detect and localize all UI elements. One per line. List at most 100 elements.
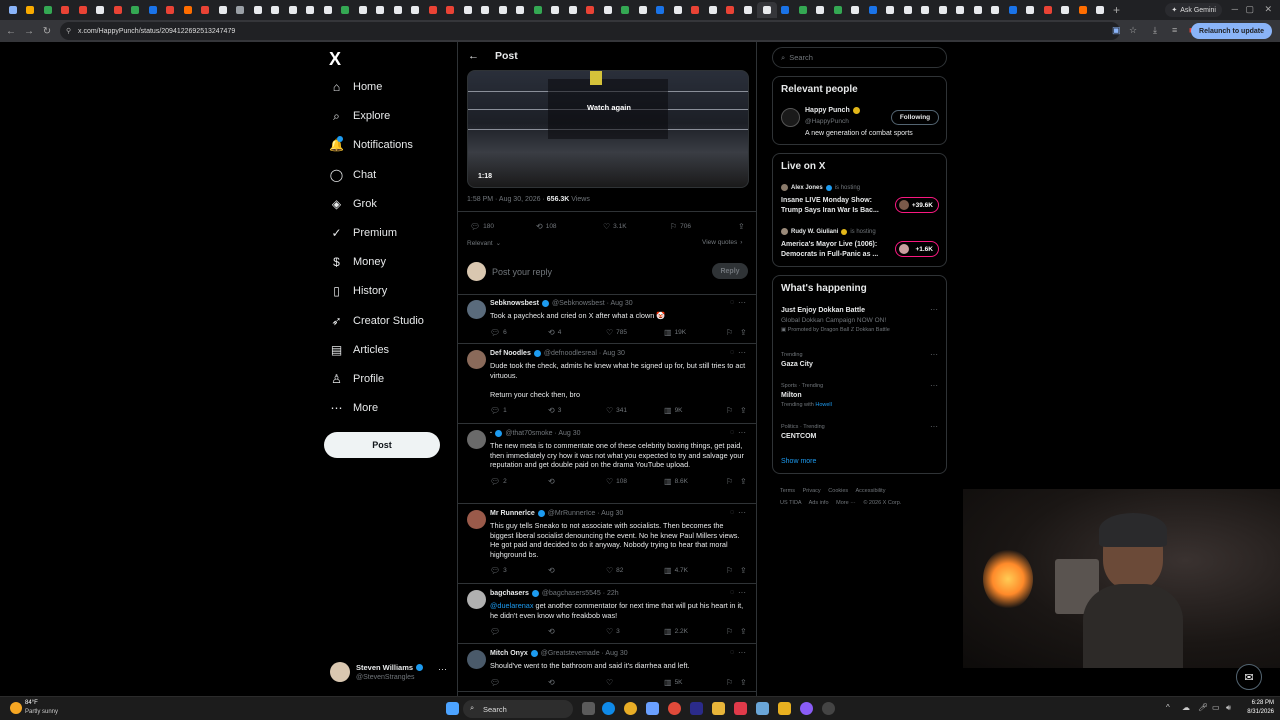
new-tab-button[interactable]: + — [1113, 3, 1120, 17]
browser-tab[interactable] — [777, 2, 795, 18]
discord-icon[interactable] — [800, 702, 813, 715]
x-logo[interactable]: X — [329, 49, 341, 70]
live2-title-line1[interactable]: America's Mayor Live (1006): — [781, 241, 877, 248]
browser-tab[interactable] — [372, 2, 390, 18]
account-switcher[interactable]: Steven Williams @StevenStrangles ··· — [330, 662, 450, 686]
menu-icon[interactable]: ≡ — [1172, 25, 1177, 35]
reply-author[interactable]: Sebknowsbest — [490, 300, 539, 307]
browser-tab[interactable] — [1074, 2, 1092, 18]
nav-item-chat[interactable]: ◯ Chat — [330, 164, 376, 186]
share-button[interactable]: ⇪ — [740, 328, 747, 337]
browser-tab[interactable] — [812, 2, 830, 18]
live1-title-line1[interactable]: Insane LIVE Monday Show: — [781, 197, 872, 204]
like-button[interactable]: ♡ 341 — [606, 406, 627, 415]
live1-title-line2[interactable]: Trump Says Iran War Is Bac... — [781, 207, 879, 214]
reply-author[interactable]: Def Noodles — [490, 350, 531, 357]
like-button[interactable]: ♡ 108 — [606, 477, 627, 486]
rp-name[interactable]: Happy Punch — [805, 107, 850, 114]
reload-button[interactable]: ↻ — [38, 26, 56, 37]
repost-count-button[interactable]: ⟲ 108 — [536, 222, 557, 231]
browser-tab[interactable] — [354, 2, 372, 18]
reply-author[interactable]: bagchasers — [490, 590, 529, 597]
trend-item[interactable]: Just Enjoy Dokkan Battle Global Dokkan C… — [781, 307, 941, 333]
sort-dropdown[interactable]: Relevant ⌄ — [467, 239, 501, 248]
minimize-button[interactable]: ─ — [1232, 4, 1238, 14]
view-quotes-link[interactable]: View quotes › — [702, 239, 742, 246]
following-button[interactable]: Following — [891, 110, 939, 125]
chrome-icon[interactable] — [624, 702, 637, 715]
browser-tab[interactable] — [39, 2, 57, 18]
share-button[interactable]: ⇪ — [740, 678, 747, 687]
browser-tab[interactable] — [969, 2, 987, 18]
close-window-button[interactable]: ✕ — [1264, 4, 1272, 15]
nav-item-more[interactable]: ⋯ More — [330, 397, 379, 419]
grok-icon[interactable]: ◌ — [730, 649, 734, 656]
nav-item-creator-studio[interactable]: ➶ Creator Studio — [330, 310, 423, 332]
clock-date[interactable]: 8/31/2026 — [1240, 709, 1274, 715]
back-arrow-icon[interactable]: ← — [468, 50, 479, 62]
video-player[interactable]: Watch again 1:18 — [467, 70, 749, 188]
browser-tab[interactable] — [652, 2, 670, 18]
views-button[interactable]: ▥ 9K — [664, 406, 683, 415]
nav-item-notifications[interactable]: 🔔 Notifications — [329, 134, 413, 156]
browser-tab[interactable] — [494, 2, 512, 18]
watch-again-label[interactable]: Watch again — [468, 103, 748, 112]
back-button[interactable]: ← — [2, 26, 20, 37]
browser-tab[interactable] — [547, 2, 565, 18]
browser-tab[interactable] — [4, 2, 22, 18]
file-explorer-icon[interactable] — [712, 702, 725, 715]
app-icon[interactable] — [734, 702, 747, 715]
browser-tab[interactable] — [952, 2, 970, 18]
weather-icon[interactable] — [10, 702, 22, 714]
bookmark-star-icon[interactable]: ☆ — [1129, 25, 1137, 36]
browser-tab[interactable] — [599, 2, 617, 18]
reply-button[interactable]: 💬︎ 2 — [490, 477, 507, 486]
reply-author[interactable]: Mr Runnerlce — [490, 510, 535, 517]
views-button[interactable]: ▥ 5K — [664, 678, 683, 687]
reply-avatar[interactable] — [467, 590, 486, 609]
browser-tab[interactable] — [882, 2, 900, 18]
browser-tab[interactable] — [109, 2, 127, 18]
grok-icon[interactable]: ◌ — [730, 509, 734, 516]
browser-tab[interactable] — [756, 2, 777, 18]
views-button[interactable]: ▥ 19K — [664, 328, 686, 337]
browser-tab[interactable] — [934, 2, 952, 18]
edge-icon[interactable] — [602, 702, 615, 715]
browser-tab[interactable] — [22, 2, 40, 18]
grok-icon[interactable]: ◌ — [730, 589, 734, 596]
network-icon[interactable]: ▭ — [1212, 703, 1220, 712]
repost-button[interactable]: ⟲ 3 — [548, 406, 561, 415]
messages-fab[interactable]: ✉ — [1236, 664, 1262, 690]
trend-more-icon[interactable]: ··· — [930, 305, 938, 314]
clock-time[interactable]: 6:28 PM — [1244, 700, 1274, 706]
browser-tab[interactable] — [179, 2, 197, 18]
search-input[interactable]: ⌕ Search — [772, 47, 947, 68]
browser-tab[interactable] — [582, 2, 600, 18]
browser-tab[interactable] — [74, 2, 92, 18]
browser-tab[interactable] — [847, 2, 865, 18]
translate-icon[interactable]: ▣ — [1112, 25, 1121, 36]
app-icon[interactable] — [646, 702, 659, 715]
like-count-button[interactable]: ♡ 3.1K — [603, 222, 627, 231]
cloud-icon[interactable]: ☁ — [1182, 703, 1190, 712]
browser-tab[interactable] — [917, 2, 935, 18]
reply-author[interactable]: Mitch Onyx — [490, 650, 528, 657]
trend-more-icon[interactable]: ··· — [930, 381, 938, 390]
reply-button[interactable]: 💬︎ 3 — [490, 566, 507, 575]
browser-tab[interactable] — [617, 2, 635, 18]
live1-listeners-button[interactable]: +39.6K — [895, 197, 939, 213]
nav-item-home[interactable]: ⌂ Home — [330, 76, 382, 98]
grok-icon[interactable]: ◌ — [730, 429, 734, 436]
account-more-icon[interactable]: ··· — [438, 664, 447, 674]
live2-title-line2[interactable]: Democrats in Full-Panic as ... — [781, 251, 878, 258]
reply-button[interactable]: 💬︎ — [490, 627, 503, 636]
browser-tab[interactable] — [407, 2, 425, 18]
views-button[interactable]: ▥ 2.2K — [664, 627, 688, 636]
bookmark-button[interactable]: ⚐ — [726, 328, 733, 337]
reply-input[interactable]: Post your reply — [492, 267, 552, 277]
forward-button[interactable]: → — [20, 26, 38, 37]
media-player-icon[interactable] — [822, 702, 835, 715]
nav-item-explore[interactable]: ⌕ Explore — [330, 105, 390, 127]
browser-tab[interactable] — [232, 2, 250, 18]
reply-more-icon[interactable]: ··· — [738, 508, 746, 517]
